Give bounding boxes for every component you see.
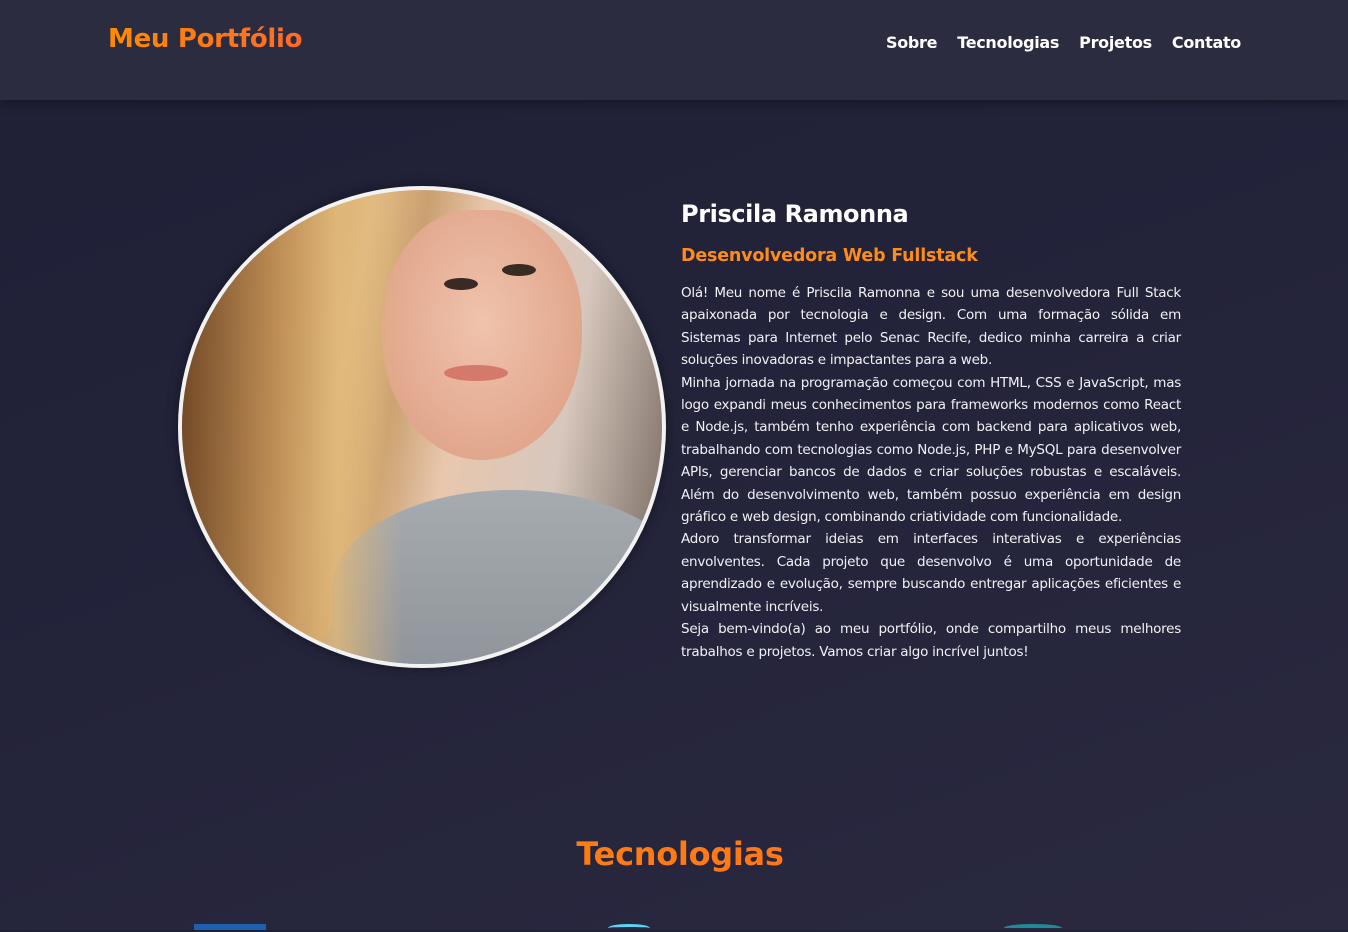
nav-link-sobre[interactable]: Sobre bbox=[886, 33, 938, 52]
site-header: Meu Portfólio Sobre Tecnologias Projetos… bbox=[0, 0, 1348, 100]
nav-link-contato[interactable]: Contato bbox=[1172, 33, 1241, 52]
profile-bio: Olá! Meu nome é Priscila Ramonna e sou u… bbox=[681, 282, 1181, 663]
profile-role: Desenvolvedora Web Fullstack bbox=[681, 246, 978, 266]
technologies-title: Tecnologias bbox=[0, 835, 1348, 873]
profile-photo bbox=[178, 186, 666, 668]
profile-eye-left bbox=[444, 278, 478, 290]
html-icon bbox=[194, 924, 266, 930]
main-nav: Sobre Tecnologias Projetos Contato bbox=[886, 33, 1241, 52]
profile-eye-right bbox=[502, 264, 536, 276]
nav-link-tecnologias[interactable]: Tecnologias bbox=[957, 33, 1059, 52]
bio-paragraph: Seja bem-vindo(a) ao meu portfólio, onde… bbox=[681, 621, 1181, 660]
profile-mouth bbox=[444, 365, 508, 381]
bio-paragraph: Adoro transformar ideias em interfaces i… bbox=[681, 531, 1181, 615]
profile-name: Priscila Ramonna bbox=[681, 200, 909, 228]
react-icon bbox=[608, 924, 650, 932]
profile-hair bbox=[182, 190, 402, 664]
nav-link-projetos[interactable]: Projetos bbox=[1079, 33, 1152, 52]
bio-paragraph: Olá! Meu nome é Priscila Ramonna e sou u… bbox=[681, 285, 1181, 369]
profile-face bbox=[382, 210, 582, 460]
bio-paragraph: Minha jornada na programação começou com… bbox=[681, 374, 1181, 526]
nodejs-icon bbox=[1004, 924, 1062, 932]
site-logo[interactable]: Meu Portfólio bbox=[108, 24, 303, 54]
